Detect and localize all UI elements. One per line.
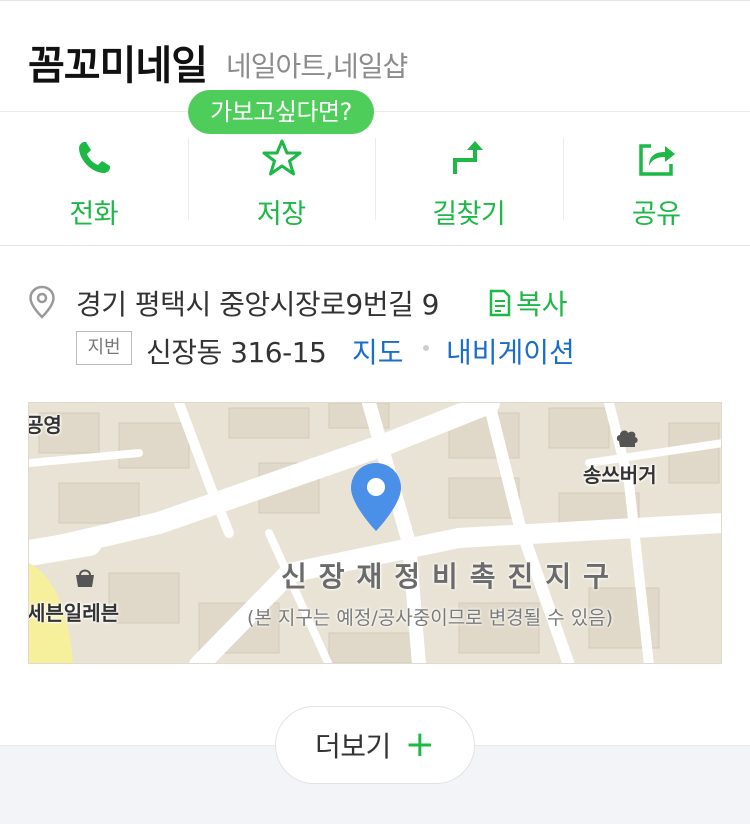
copy-address-button[interactable]: 복사 — [488, 283, 568, 323]
share-icon — [638, 144, 675, 176]
share-label: 공유 — [631, 199, 681, 230]
copy-label: 복사 — [516, 288, 568, 321]
directions-icon — [453, 141, 483, 174]
restaurant-icon — [616, 430, 638, 447]
directions-button[interactable]: 길찾기 — [375, 112, 563, 246]
map-label-burger: 송쓰버거 — [583, 463, 657, 487]
store-icon — [76, 569, 94, 587]
action-bar: 전화 저장 길찾기 공유 — [0, 112, 750, 246]
place-header: 꼼꼬미네일 네일아트,네일샵 — [0, 0, 750, 112]
map-label-district: 신장재정비촉진지구 — [281, 560, 621, 593]
directions-label: 길찾기 — [432, 199, 506, 230]
phone-icon — [79, 142, 110, 173]
jibun-address: 신장동 316-15 — [146, 336, 327, 369]
map-link[interactable]: 지도 — [352, 331, 404, 371]
place-title: 꼼꼬미네일 — [28, 43, 208, 89]
jibun-badge: 지번 — [76, 331, 132, 365]
address-section: 경기 평택시 중앙시장로9번길 9 복사 지번 신장동 316-15 지도 내비… — [0, 247, 750, 745]
call-label: 전화 — [69, 199, 119, 230]
map-marker-icon — [351, 463, 401, 531]
share-button[interactable]: 공유 — [562, 112, 750, 246]
road-address: 경기 평택시 중앙시장로9번길 9 — [76, 288, 439, 321]
navigation-link[interactable]: 내비게이션 — [446, 331, 575, 371]
copy-icon — [489, 289, 511, 317]
map-label-seven-eleven: 세븐일레븐 — [28, 601, 119, 625]
star-icon — [262, 139, 301, 176]
save-tooltip: 가보고싶다면? — [188, 90, 374, 134]
plus-icon: + — [404, 724, 435, 765]
place-detail-screen: 꼼꼬미네일 네일아트,네일샵 가보고싶다면? 전화 저장 길찾기 공유 경기 평… — [0, 0, 750, 824]
call-button[interactable]: 전화 — [0, 112, 188, 246]
separator-dot — [423, 345, 429, 351]
map-label-note: (본 지구는 예정/공사중이므로 변경될 수 있음) — [247, 607, 614, 629]
map-thumbnail[interactable]: 공영 송쓰버거 세븐일레븐 신장재정비촉진지구 (본 지구는 예정/공사중이므로… — [28, 402, 722, 664]
save-label: 저장 — [256, 199, 306, 230]
location-pin-icon — [29, 285, 55, 319]
map-label-top-left: 공영 — [28, 413, 62, 437]
more-label: 더보기 — [315, 730, 391, 763]
place-category: 네일아트,네일샵 — [226, 50, 408, 83]
more-button[interactable]: 더보기 + — [275, 706, 475, 784]
